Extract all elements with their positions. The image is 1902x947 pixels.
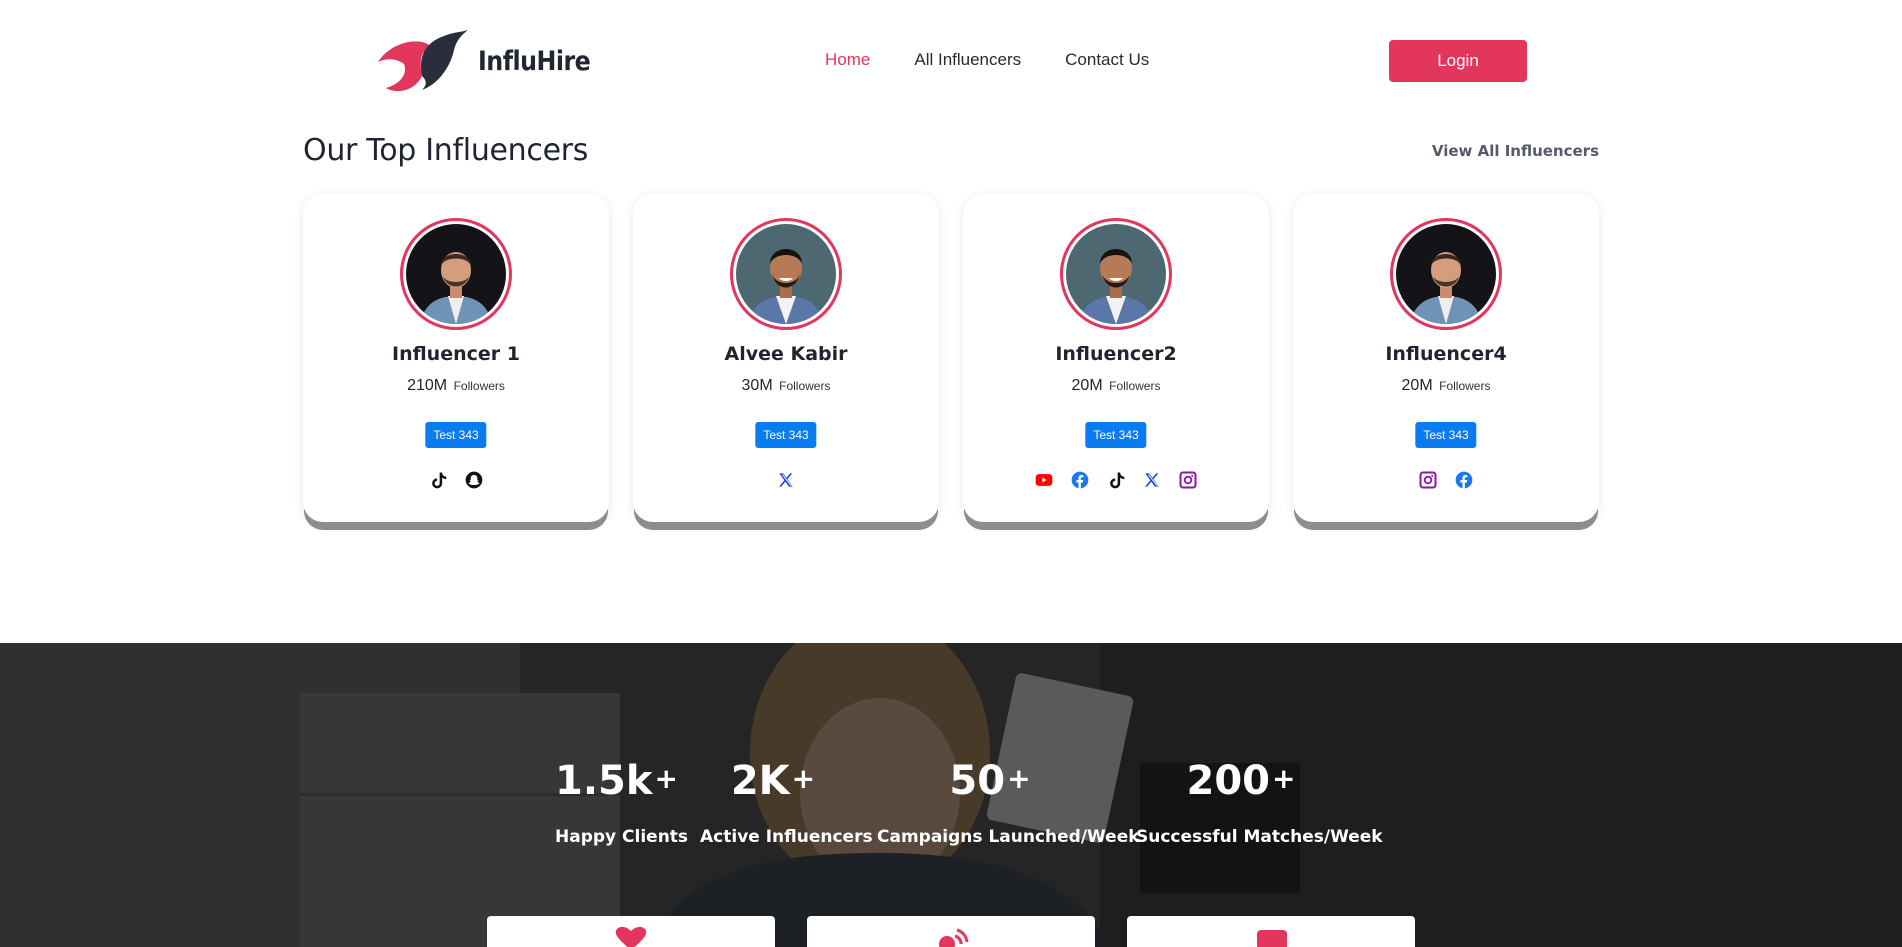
instagram-icon[interactable] xyxy=(1418,470,1438,490)
stat-active-influencers: 2K+ Active Influencers xyxy=(700,758,873,847)
brand-logo[interactable]: InfluHire xyxy=(374,28,606,94)
stat-value: 2K+ xyxy=(730,758,816,804)
feature-card[interactable] xyxy=(807,916,1095,947)
avatar-ring xyxy=(730,218,842,330)
login-button[interactable]: Login xyxy=(1389,40,1527,82)
nav-contact-us[interactable]: Contact Us xyxy=(1065,50,1149,70)
brand-name: InfluHire xyxy=(478,45,591,77)
stats-section: 1.5k+ Happy Clients 2K+ Active Influence… xyxy=(0,643,1902,947)
view-all-influencers-link[interactable]: View All Influencers xyxy=(1432,142,1599,160)
social-links xyxy=(303,470,609,490)
avatar-ring xyxy=(1060,218,1172,330)
broadcast-icon xyxy=(939,928,969,947)
followers-value: 20M xyxy=(1401,377,1433,394)
avatar xyxy=(406,224,506,324)
social-links xyxy=(963,470,1269,490)
feature-card[interactable] xyxy=(487,916,775,947)
followers-label: Followers xyxy=(1109,379,1161,393)
followers-count: 30M Followers xyxy=(633,377,939,395)
avatar-ring xyxy=(400,218,512,330)
influencer-name: Influencer4 xyxy=(1385,343,1507,365)
stat-successful-matches: 200+ Successful Matches/Week xyxy=(1136,758,1383,847)
followers-label: Followers xyxy=(1439,379,1491,393)
heart-icon xyxy=(615,926,647,947)
influencer-card[interactable]: Influencer 1 210M Followers Test 343 xyxy=(303,194,609,522)
followers-value: 20M xyxy=(1071,377,1103,394)
followers-label: Followers xyxy=(453,379,505,393)
section-title: Our Top Influencers xyxy=(303,133,589,168)
influencer-name: Influencer2 xyxy=(1055,343,1177,365)
stat-value: 200+ xyxy=(1186,758,1296,804)
avatar xyxy=(736,224,836,324)
stat-label: Campaigns Launched/Week xyxy=(877,827,1140,847)
social-links xyxy=(1293,470,1599,490)
youtube-icon[interactable] xyxy=(1034,470,1054,490)
stat-campaigns-launched: 50+ Campaigns Launched/Week xyxy=(877,758,1140,847)
site-header: InfluHire Home All Influencers Contact U… xyxy=(0,0,1902,120)
influencer-card[interactable]: Alvee Kabir 30M Followers Test 343 xyxy=(633,194,939,522)
nav-all-influencers[interactable]: All Influencers xyxy=(914,50,1021,70)
followers-count: 20M Followers xyxy=(963,377,1269,395)
influencer-name: Alvee Kabir xyxy=(724,343,848,365)
followers-value: 30M xyxy=(741,377,773,394)
facebook-icon[interactable] xyxy=(1454,470,1474,490)
main-nav: Home All Influencers Contact Us xyxy=(825,50,1149,70)
followers-value: 210M xyxy=(407,377,448,394)
category-tag[interactable]: Test 343 xyxy=(425,422,487,448)
bird-logo-icon xyxy=(378,30,468,92)
influencer-card[interactable]: Influencer4 20M Followers Test 343 xyxy=(1293,194,1599,522)
avatar xyxy=(1396,224,1496,324)
avatar-ring xyxy=(1390,218,1502,330)
followers-label: Followers xyxy=(779,379,831,393)
social-links xyxy=(633,470,939,490)
stat-label: Active Influencers xyxy=(700,827,873,847)
x-icon[interactable] xyxy=(776,470,796,490)
stats-list: 1.5k+ Happy Clients 2K+ Active Influence… xyxy=(0,643,1902,947)
followers-count: 210M Followers xyxy=(303,377,609,395)
chat-icon xyxy=(1257,930,1287,947)
followers-count: 20M Followers xyxy=(1293,377,1599,395)
category-tag[interactable]: Test 343 xyxy=(1415,422,1477,448)
snapchat-icon[interactable] xyxy=(464,470,484,490)
stat-happy-clients: 1.5k+ Happy Clients xyxy=(555,758,689,847)
avatar xyxy=(1066,224,1166,324)
stat-value: 50+ xyxy=(949,758,1031,804)
stat-value: 1.5k+ xyxy=(555,758,678,804)
tiktok-icon[interactable] xyxy=(428,470,448,490)
category-tag[interactable]: Test 343 xyxy=(755,422,817,448)
influencer-card[interactable]: Influencer2 20M Followers Test 343 xyxy=(963,194,1269,522)
instagram-icon[interactable] xyxy=(1178,470,1198,490)
influencer-cards: Influencer 1 210M Followers Test 343 Alv… xyxy=(303,194,1599,522)
feature-card[interactable] xyxy=(1127,916,1415,947)
stat-label: Successful Matches/Week xyxy=(1136,827,1383,847)
facebook-icon[interactable] xyxy=(1070,470,1090,490)
influencer-name: Influencer 1 xyxy=(392,343,520,365)
category-tag[interactable]: Test 343 xyxy=(1085,422,1147,448)
stat-label: Happy Clients xyxy=(555,827,689,847)
x-icon[interactable] xyxy=(1142,470,1162,490)
tiktok-icon[interactable] xyxy=(1106,470,1126,490)
nav-home[interactable]: Home xyxy=(825,50,870,70)
